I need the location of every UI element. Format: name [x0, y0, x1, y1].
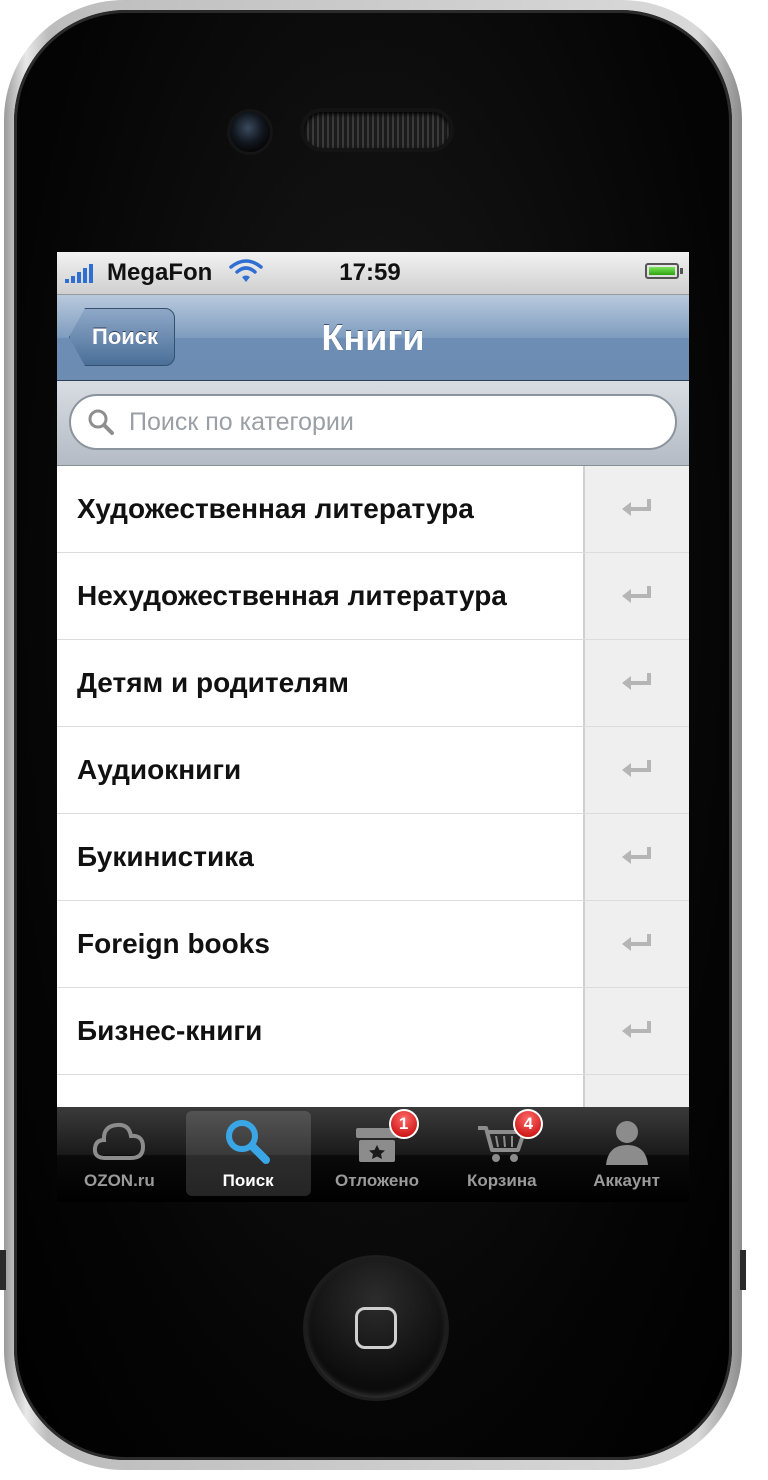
status-bar: MegaFon 17:59: [57, 252, 689, 295]
tab-cart[interactable]: Корзина 4: [439, 1107, 564, 1202]
return-arrow-icon: [622, 760, 651, 777]
return-arrow-button[interactable]: [583, 640, 689, 726]
list-item[interactable]: Детям и родителям: [57, 640, 689, 727]
list-item[interactable]: Бизнес-книги: [57, 988, 689, 1075]
person-icon: [602, 1115, 652, 1169]
navigation-bar: Книги Поиск: [57, 295, 689, 381]
search-bar: [57, 381, 689, 466]
return-arrow-button[interactable]: [583, 814, 689, 900]
return-arrow-icon: [622, 499, 651, 516]
list-item-label: Букинистика: [77, 841, 254, 872]
volume-button: [0, 1250, 6, 1290]
home-button[interactable]: [306, 1258, 446, 1398]
tab-bar: OZON.ru Поиск Отложено 1 Корзина 4 Аккау…: [57, 1107, 689, 1202]
search-input[interactable]: [127, 406, 631, 438]
tab-label: OZON.ru: [83, 1171, 155, 1190]
tab-search[interactable]: Поиск: [185, 1111, 311, 1196]
earpiece-speaker: [304, 112, 450, 148]
tab-saved[interactable]: Отложено 1: [315, 1107, 440, 1202]
badge-count: 1: [388, 1109, 419, 1139]
return-arrow-button[interactable]: [583, 988, 689, 1074]
front-camera: [230, 112, 270, 152]
battery-icon: [645, 263, 683, 279]
clock: 17:59: [339, 259, 401, 286]
return-arrow-button[interactable]: [583, 727, 689, 813]
search-icon: [88, 409, 114, 435]
list-item-label: Художественная литература: [77, 493, 474, 524]
return-arrow-icon: [622, 1021, 651, 1038]
return-arrow-icon: [622, 586, 651, 603]
magnifier-icon: [222, 1115, 274, 1169]
list-item[interactable]: Нехудожественная литература: [57, 553, 689, 640]
list-item-label: Foreign books: [77, 928, 270, 959]
return-arrow-button[interactable]: [583, 553, 689, 639]
return-arrow-icon: [622, 847, 651, 864]
return-arrow-button[interactable]: [583, 901, 689, 987]
tab-label: Отложено: [334, 1171, 419, 1190]
list-item-label: Детям и родителям: [77, 667, 349, 698]
tab-ozon[interactable]: OZON.ru: [57, 1107, 182, 1202]
search-field[interactable]: [69, 394, 677, 450]
category-list: Художественная литература Нехудожественн…: [57, 466, 689, 1161]
badge-count: 4: [513, 1109, 544, 1139]
tab-account[interactable]: Аккаунт: [564, 1107, 689, 1202]
tab-label: Аккаунт: [593, 1171, 660, 1190]
list-item-label: Нехудожественная литература: [77, 580, 507, 611]
back-button[interactable]: Поиск: [69, 308, 176, 366]
list-item[interactable]: Букинистика: [57, 814, 689, 901]
list-item[interactable]: Художественная литература: [57, 466, 689, 553]
side-button: [740, 1250, 746, 1290]
app-screen: MegaFon 17:59 Книги Поиск Художественная…: [57, 252, 689, 1202]
battery-level: [649, 267, 675, 275]
list-item[interactable]: Foreign books: [57, 901, 689, 988]
return-arrow-icon: [622, 673, 651, 690]
return-arrow-button[interactable]: [583, 466, 689, 552]
return-arrow-icon: [622, 934, 651, 951]
tab-label: Корзина: [467, 1171, 537, 1190]
tab-label: Поиск: [222, 1171, 274, 1190]
list-item-label: Аудиокниги: [77, 754, 242, 785]
list-item[interactable]: Аудиокниги: [57, 727, 689, 814]
list-item-label: Бизнес-книги: [77, 1015, 263, 1046]
cloud-icon: [91, 1115, 147, 1169]
home-square-icon: [355, 1307, 397, 1349]
